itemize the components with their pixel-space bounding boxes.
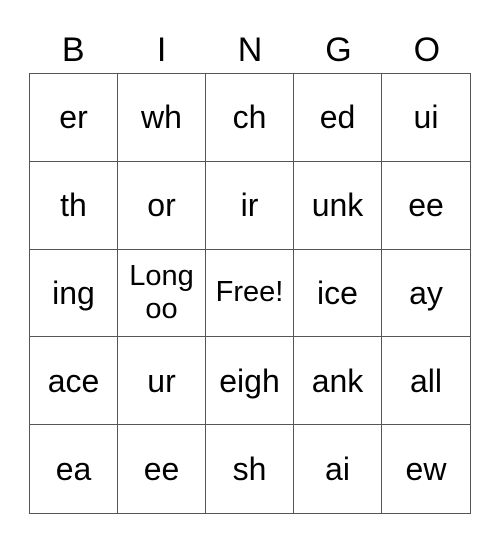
free-space-cell[interactable]: Free! (206, 249, 294, 338)
bingo-cell[interactable]: ice (294, 249, 382, 338)
bingo-cell[interactable]: or (118, 161, 206, 250)
bingo-cell[interactable]: ir (206, 161, 294, 250)
bingo-cell[interactable]: ch (206, 74, 294, 162)
header-letter-n: N (237, 31, 263, 69)
bingo-cell[interactable]: ai (294, 425, 382, 513)
bingo-cell[interactable]: ing (30, 249, 118, 338)
bingo-cell[interactable]: ace (30, 337, 118, 426)
bingo-cell[interactable]: th (30, 161, 118, 250)
bingo-cell[interactable]: ui (382, 74, 470, 162)
header-letter-b: B (61, 31, 85, 69)
header-letter-g: G (325, 31, 352, 69)
bingo-header: B I N G O (29, 28, 471, 72)
header-letter-i: I (156, 31, 167, 69)
bingo-cell[interactable]: ew (382, 425, 470, 513)
bingo-cell[interactable]: ea (30, 425, 118, 513)
bingo-cell[interactable]: sh (206, 425, 294, 513)
bingo-cell[interactable]: ed (294, 74, 382, 162)
bingo-cell[interactable]: wh (118, 74, 206, 162)
bingo-cell[interactable]: ee (382, 162, 470, 250)
bingo-cell[interactable]: Long oo (118, 249, 206, 338)
header-letter-o: O (413, 31, 441, 69)
bingo-cell[interactable]: ay (382, 250, 470, 338)
bingo-cell[interactable]: ee (118, 425, 206, 513)
bingo-cell[interactable]: ank (294, 337, 382, 426)
bingo-cell[interactable]: all (382, 337, 470, 426)
bingo-grid: er wh ch ed ui th or ir unk ee ing Long … (29, 73, 471, 514)
bingo-cell[interactable]: eigh (206, 337, 294, 426)
bingo-cell[interactable]: ur (118, 337, 206, 426)
bingo-cell[interactable]: er (30, 74, 118, 162)
bingo-cell[interactable]: unk (294, 161, 382, 250)
